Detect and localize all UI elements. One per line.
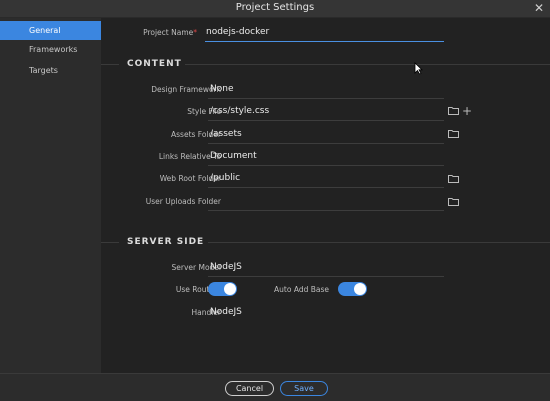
sidebar-item-targets[interactable]: Targets [0,61,101,80]
section-divider [101,242,119,243]
folder-icon[interactable] [448,106,459,118]
field-underline [208,120,444,121]
section-divider [101,64,119,65]
cancel-button[interactable]: Cancel [225,381,274,396]
project-name-input[interactable]: nodejs-docker [206,27,269,37]
auto-add-base-toggle[interactable] [338,282,367,296]
field-underline [208,210,444,211]
web-root-folder-label: Web Root Folder [159,174,221,183]
links-relative-select[interactable]: Document [210,151,257,161]
field-underline [208,276,444,277]
toggle-knob [354,283,366,295]
field-underline [208,165,444,166]
window-title: Project Settings [235,2,315,13]
server-model-label: Server Model [171,263,222,272]
field-underline [208,98,444,99]
handler-value: NodeJS [210,307,242,317]
sidebar: General Frameworks Targets [0,18,101,373]
project-name-underline [205,41,444,42]
required-marker: * [193,28,197,37]
design-framework-label: Design Framework [151,85,221,94]
server-model-select[interactable]: NodeJS [210,262,242,272]
dialog-footer: Cancel Save [0,373,550,401]
auto-add-base-label: Auto Add Base [274,285,329,294]
content-section-heading: CONTENT [127,59,182,69]
field-underline [208,187,444,188]
links-relative-label: Links Relative To [158,152,221,161]
folder-icon[interactable] [448,174,459,186]
plus-icon[interactable]: + [462,104,472,118]
handler-label: Handler [191,308,221,317]
use-routing-label: Use Routing [175,285,221,294]
assets-folder-input[interactable]: /assets [210,129,242,139]
sidebar-item-frameworks[interactable]: Frameworks [0,40,101,59]
assets-folder-label: Assets Folder [171,130,221,139]
title-bar: Project Settings ✕ [0,0,550,18]
web-root-folder-input[interactable]: /public [210,173,240,183]
sidebar-item-general[interactable]: General [0,21,101,40]
server-section-heading: SERVER SIDE [127,237,205,247]
folder-icon[interactable] [448,197,459,209]
close-icon[interactable]: ✕ [534,1,544,15]
project-name-label: Project Name* [101,28,197,37]
style-file-label: Style File [187,107,221,116]
project-name-label-text: Project Name [143,28,194,37]
design-framework-select[interactable]: None [210,84,233,94]
settings-panel: Project Name* nodejs-docker CONTENT Desi… [101,18,550,373]
user-uploads-folder-label: User Uploads Folder [145,197,221,206]
section-divider [185,64,550,65]
style-file-input[interactable]: /css/style.css [210,106,269,116]
folder-icon[interactable] [448,129,459,141]
field-underline [208,143,444,144]
section-divider [208,242,550,243]
save-button[interactable]: Save [280,381,328,396]
